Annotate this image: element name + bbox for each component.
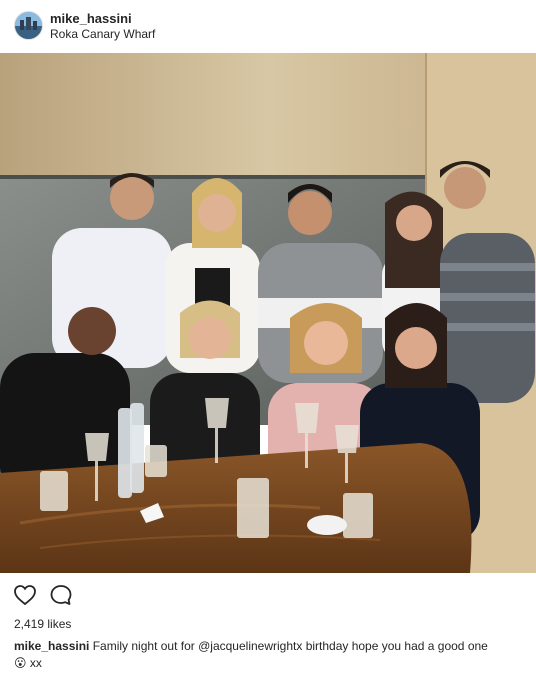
post-actions	[0, 580, 536, 610]
post-header: mike_hassini Roka Canary Wharf	[0, 0, 536, 52]
post-photo[interactable]	[0, 53, 536, 573]
caption-text: Family night out for	[92, 639, 195, 653]
comment-icon[interactable]	[49, 583, 73, 607]
caption-suffix: xx	[29, 656, 42, 670]
caption-emoji: 😮	[14, 656, 27, 670]
caption-text-after: birthday hope you had a good one	[305, 639, 488, 653]
avatar[interactable]	[14, 11, 43, 40]
post-username[interactable]: mike_hassini	[50, 11, 132, 26]
likes-count[interactable]: 2,419 likes	[14, 617, 71, 631]
heart-icon[interactable]	[13, 583, 37, 607]
post-caption: mike_hassini Family night out for @jacqu…	[14, 638, 522, 672]
caption-mention[interactable]: @jacquelinewrightx	[198, 639, 302, 653]
caption-username[interactable]: mike_hassini	[14, 639, 89, 653]
post-location[interactable]: Roka Canary Wharf	[50, 27, 155, 41]
